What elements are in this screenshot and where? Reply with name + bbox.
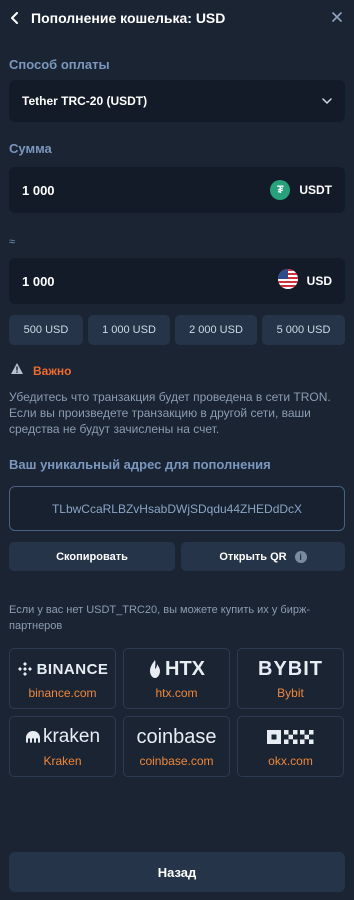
deposit-address-field[interactable]: TLbwCcaRLBZvHsabDWjSDqdu44ZHEDdDcX: [9, 486, 345, 531]
payment-method-label: Способ оплаты: [9, 57, 110, 72]
bybit-logo: BYBIT: [258, 657, 323, 680]
quick-amount-5000[interactable]: 5 000 USD: [262, 315, 345, 345]
payment-method-value: Tether TRC-20 (USDT): [22, 94, 148, 108]
htx-link[interactable]: htx.com: [155, 686, 197, 700]
partner-card-okx[interactable]: okx.com: [237, 716, 344, 777]
warning-text: Убедитесь что транзакция будет проведена…: [9, 390, 331, 436]
partner-card-coinbase[interactable]: coinbase coinbase.com: [123, 716, 230, 777]
coinbase-logo: coinbase: [136, 725, 217, 748]
htx-logo: HTX: [148, 657, 205, 681]
warning-icon: [10, 362, 24, 380]
tether-icon: ₮: [270, 180, 291, 200]
partners-note: Если у вас нет USDT_TRC20, вы можете куп…: [9, 604, 310, 632]
kraken-link[interactable]: Kraken: [43, 754, 81, 768]
converted-value[interactable]: 1 000: [22, 274, 278, 289]
chevron-left-icon[interactable]: [6, 9, 24, 27]
amount-currency: USDT: [299, 183, 332, 197]
partner-card-bybit[interactable]: BYBIT Bybit: [237, 648, 344, 709]
quick-amount-2000[interactable]: 2 000 USD: [175, 315, 257, 345]
page-title: Пополнение кошелька: USD: [31, 10, 226, 26]
info-icon: i: [294, 550, 307, 563]
close-icon[interactable]: [328, 8, 346, 26]
converted-amount-field[interactable]: 1 000 USD: [9, 258, 345, 304]
us-flag-icon: [277, 268, 298, 294]
warning-title: Важно: [33, 364, 72, 378]
binance-logo: BINANCE: [17, 657, 109, 681]
bybit-link[interactable]: Bybit: [277, 686, 304, 700]
payment-method-select[interactable]: Tether TRC-20 (USDT): [9, 80, 345, 122]
amount-field[interactable]: 1 000 ₮ USDT: [9, 167, 345, 213]
amount-label: Сумма: [9, 141, 52, 156]
okx-logo: [266, 725, 316, 749]
partner-card-kraken[interactable]: kraken Kraken: [9, 716, 116, 777]
binance-link[interactable]: binance.com: [28, 686, 96, 700]
warning-row: Важно: [10, 362, 71, 380]
address-label: Ваш уникальный адрес для пополнения: [9, 457, 271, 472]
amount-value[interactable]: 1 000: [22, 183, 270, 198]
quick-amount-1000[interactable]: 1 000 USD: [88, 315, 170, 345]
copy-button[interactable]: Скопировать: [9, 542, 175, 571]
kraken-logo: kraken: [25, 725, 100, 749]
approx-sign: ≈: [9, 236, 16, 248]
partner-card-binance[interactable]: BINANCE binance.com: [9, 648, 116, 709]
back-button[interactable]: Назад: [9, 852, 345, 892]
quick-amount-500[interactable]: 500 USD: [9, 315, 83, 345]
coinbase-link[interactable]: coinbase.com: [139, 754, 213, 768]
okx-link[interactable]: okx.com: [268, 754, 313, 768]
converted-currency: USD: [306, 274, 332, 288]
partner-card-htx[interactable]: HTX htx.com: [123, 648, 230, 709]
chevron-down-icon: [322, 92, 332, 110]
open-qr-label: Открыть QR: [219, 550, 287, 563]
open-qr-button[interactable]: Открыть QR i: [181, 542, 345, 571]
